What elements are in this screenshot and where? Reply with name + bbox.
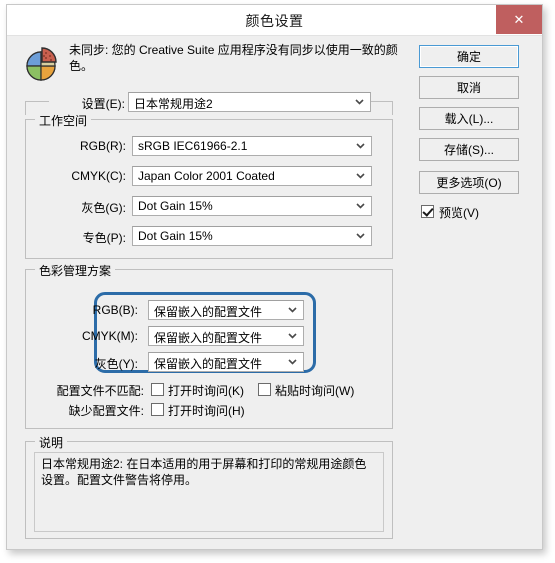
profile-mismatch-label: 配置文件不匹配: xyxy=(56,384,144,398)
chevron-down-icon xyxy=(288,305,297,314)
workspace-value-gray: Dot Gain 15% xyxy=(138,199,213,213)
description-text: 日本常规用途2: 在日本适用的用于屏幕和打印的常规用途颜色设置。配置文件警告将停… xyxy=(41,457,367,487)
cm-row-rgb: RGB(B): 保留嵌入的配置文件 xyxy=(26,300,392,322)
color-wheel-icon xyxy=(25,47,61,83)
missing-profile-label: 缺少配置文件: xyxy=(68,404,144,418)
checkbox-preview[interactable] xyxy=(421,205,434,218)
chevron-down-icon xyxy=(356,231,365,240)
ok-button[interactable]: 确定 xyxy=(419,45,519,68)
more-options-button[interactable]: 更多选项(O) xyxy=(419,171,519,194)
workspace-label-cmyk: CMYK(C): xyxy=(71,169,126,183)
label-ask-when-pasting[interactable]: 粘贴时询问(W) xyxy=(275,382,354,399)
settings-label: 设置(E): xyxy=(49,95,129,112)
workspace-row-gray: 灰色(G): Dot Gain 15% xyxy=(26,196,392,218)
chevron-down-icon xyxy=(288,331,297,340)
missing-profile-row: 缺少配置文件: 打开时询问(H) xyxy=(26,400,392,418)
checkbox-ask-when-opening-missing[interactable] xyxy=(151,403,164,416)
cm-dropdown-cmyk[interactable]: 保留嵌入的配置文件 xyxy=(148,326,304,346)
cancel-button[interactable]: 取消 xyxy=(419,76,519,99)
button-panel: 确定 取消 载入(L)... 存储(S)... 更多选项(O) 预览(V) xyxy=(419,45,531,220)
workspace-value-spot: Dot Gain 15% xyxy=(138,229,213,243)
description-legend: 说明 xyxy=(35,434,68,451)
sync-notice: 未同步: 您的 Creative Suite 应用程序没有同步以使用一致的颜色。 xyxy=(15,41,403,87)
sync-message: 未同步: 您的 Creative Suite 应用程序没有同步以使用一致的颜色。 xyxy=(69,43,398,73)
workspace-group: 工作空间 RGB(R): sRGB IEC61966-2.1 CMYK(C): … xyxy=(25,112,393,259)
cm-label-cmyk: CMYK(M): xyxy=(82,329,138,343)
window-title: 颜色设置 xyxy=(245,13,304,29)
checkbox-ask-when-pasting[interactable] xyxy=(258,383,271,396)
description-box: 日本常规用途2: 在日本适用的用于屏幕和打印的常规用途颜色设置。配置文件警告将停… xyxy=(34,452,384,532)
workspace-row-rgb: RGB(R): sRGB IEC61966-2.1 xyxy=(26,136,392,158)
cm-dropdown-gray[interactable]: 保留嵌入的配置文件 xyxy=(148,352,304,372)
chevron-down-icon xyxy=(356,171,365,180)
preview-row: 预览(V) xyxy=(421,202,531,220)
load-button[interactable]: 载入(L)... xyxy=(419,107,519,130)
chevron-down-icon xyxy=(288,357,297,366)
settings-value: 日本常规用途2 xyxy=(134,97,213,111)
cm-label-gray: 灰色(Y): xyxy=(94,357,138,371)
settings-dropdown[interactable]: 日本常规用途2 xyxy=(128,92,371,112)
close-icon[interactable]: ✕ xyxy=(496,5,542,34)
workspace-legend: 工作空间 xyxy=(35,112,92,129)
workspace-label-spot: 专色(P): xyxy=(82,231,126,245)
cm-row-gray: 灰色(Y): 保留嵌入的配置文件 xyxy=(26,352,392,374)
left-pane: 未同步: 您的 Creative Suite 应用程序没有同步以使用一致的颜色。… xyxy=(15,41,403,541)
label-ask-when-opening-mismatch[interactable]: 打开时询问(K) xyxy=(168,382,244,399)
chevron-down-icon xyxy=(356,201,365,210)
workspace-value-rgb: sRGB IEC61966-2.1 xyxy=(138,139,248,153)
checkbox-ask-when-opening-mismatch[interactable] xyxy=(151,383,164,396)
title-bar: 颜色设置 ✕ xyxy=(7,5,542,36)
label-preview[interactable]: 预览(V) xyxy=(439,204,479,221)
color-settings-dialog: 颜色设置 ✕ 未同步: 您的 Creative Suite 应用程序没有同步以使… xyxy=(6,4,543,550)
profile-mismatch-row: 配置文件不匹配: 打开时询问(K) 粘贴时询问(W) xyxy=(26,380,392,398)
save-button[interactable]: 存储(S)... xyxy=(419,138,519,161)
description-group: 说明 日本常规用途2: 在日本适用的用于屏幕和打印的常规用途颜色设置。配置文件警… xyxy=(25,434,393,539)
workspace-dropdown-cmyk[interactable]: Japan Color 2001 Coated xyxy=(132,166,372,186)
label-ask-when-opening-missing[interactable]: 打开时询问(H) xyxy=(168,402,245,419)
workspace-label-rgb: RGB(R): xyxy=(80,139,126,153)
workspace-row-spot: 专色(P): Dot Gain 15% xyxy=(26,226,392,248)
workspace-dropdown-rgb[interactable]: sRGB IEC61966-2.1 xyxy=(132,136,372,156)
color-management-legend: 色彩管理方案 xyxy=(35,262,116,279)
cm-value-cmyk: 保留嵌入的配置文件 xyxy=(154,331,263,345)
workspace-dropdown-gray[interactable]: Dot Gain 15% xyxy=(132,196,372,216)
workspace-row-cmyk: CMYK(C): Japan Color 2001 Coated xyxy=(26,166,392,188)
chevron-down-icon xyxy=(356,141,365,150)
color-management-group: 色彩管理方案 RGB(B): 保留嵌入的配置文件 CMYK(M): 保留嵌入的配… xyxy=(25,262,393,429)
workspace-label-gray: 灰色(G): xyxy=(81,201,126,215)
workspace-value-cmyk: Japan Color 2001 Coated xyxy=(138,169,275,183)
cm-dropdown-rgb[interactable]: 保留嵌入的配置文件 xyxy=(148,300,304,320)
chevron-down-icon xyxy=(355,97,364,106)
cm-value-gray: 保留嵌入的配置文件 xyxy=(154,357,263,371)
cm-row-cmyk: CMYK(M): 保留嵌入的配置文件 xyxy=(26,326,392,348)
dialog-content: 未同步: 您的 Creative Suite 应用程序没有同步以使用一致的颜色。… xyxy=(7,35,542,549)
cm-value-rgb: 保留嵌入的配置文件 xyxy=(154,305,263,319)
cm-label-rgb: RGB(B): xyxy=(92,303,138,317)
workspace-dropdown-spot[interactable]: Dot Gain 15% xyxy=(132,226,372,246)
